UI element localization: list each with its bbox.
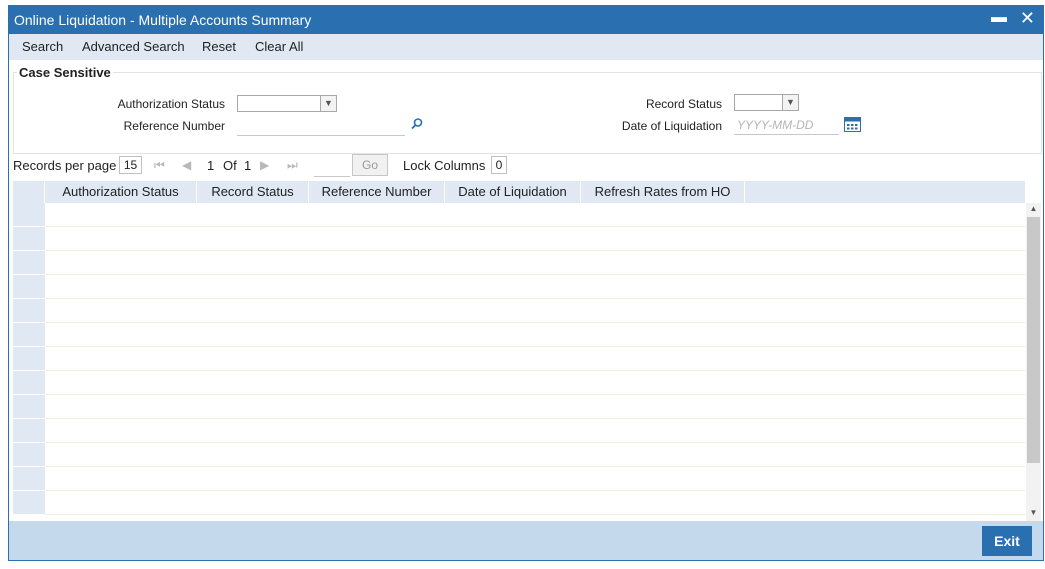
exit-button[interactable]: Exit <box>982 526 1032 556</box>
summary-window: Online Liquidation - Multiple Accounts S… <box>8 5 1044 561</box>
table-row[interactable] <box>13 323 1025 347</box>
total-pages: 1 <box>244 158 252 173</box>
row-select-cell[interactable] <box>13 347 45 371</box>
date-of-liquidation-label: Date of Liquidation <box>621 119 722 133</box>
table-row[interactable] <box>13 347 1025 371</box>
clear-all-button[interactable]: Clear All <box>255 39 303 54</box>
table-row[interactable] <box>13 251 1025 275</box>
reset-button[interactable]: Reset <box>202 39 236 54</box>
search-criteria-panel <box>13 72 1042 154</box>
row-select-cell[interactable] <box>13 299 45 323</box>
record-status-select[interactable]: ▼ <box>734 94 799 111</box>
scroll-up-icon[interactable]: ▲ <box>1026 204 1041 216</box>
row-select-cell[interactable] <box>13 227 45 251</box>
go-button[interactable]: Go <box>352 154 388 176</box>
previous-page-icon[interactable]: ◀ <box>182 158 191 172</box>
table-row[interactable] <box>13 203 1025 227</box>
record-status-label: Record Status <box>645 97 722 111</box>
reference-number-label: Reference Number <box>123 119 225 133</box>
row-select-cell[interactable] <box>13 491 45 515</box>
footer-bar: Exit <box>9 521 1043 560</box>
table-row[interactable] <box>13 371 1025 395</box>
column-date-of-liquidation[interactable]: Date of Liquidation <box>445 181 581 203</box>
search-button[interactable]: Search <box>22 39 63 54</box>
last-page-icon[interactable]: ⏭ <box>287 158 298 173</box>
table-row[interactable] <box>13 275 1025 299</box>
magnifier-icon[interactable] <box>410 117 424 131</box>
records-per-page-input[interactable]: 15 <box>119 156 142 174</box>
row-select-cell[interactable] <box>13 371 45 395</box>
column-record-status[interactable]: Record Status <box>197 181 309 203</box>
next-page-icon[interactable]: ▶ <box>260 158 269 172</box>
chevron-down-icon: ▼ <box>320 96 336 111</box>
select-all-cell[interactable] <box>13 181 45 203</box>
authorization-status-select[interactable]: ▼ <box>237 95 337 112</box>
column-refresh-rates[interactable]: Refresh Rates from HO <box>581 181 745 203</box>
row-select-cell[interactable] <box>13 203 45 227</box>
scrollbar-thumb[interactable] <box>1027 217 1040 463</box>
title-bar: Online Liquidation - Multiple Accounts S… <box>9 6 1043 34</box>
reference-number-input[interactable] <box>237 117 405 136</box>
row-select-cell[interactable] <box>13 419 45 443</box>
current-page: 1 <box>207 158 215 173</box>
of-label: Of <box>223 158 237 173</box>
row-select-cell[interactable] <box>13 251 45 275</box>
advanced-search-button[interactable]: Advanced Search <box>82 39 185 54</box>
results-grid: Authorization Status Record Status Refer… <box>13 181 1025 521</box>
records-per-page-label: Records per page <box>13 158 117 173</box>
vertical-scrollbar[interactable]: ▲ ▼ <box>1026 203 1041 521</box>
minimize-icon[interactable]: ▬ <box>991 9 1007 27</box>
authorization-status-label: Authorization Status <box>117 97 225 111</box>
menu-bar: Search Advanced Search Reset Clear All <box>9 34 1043 60</box>
scroll-down-icon[interactable]: ▼ <box>1026 508 1041 520</box>
table-row[interactable] <box>13 227 1025 251</box>
window-title: Online Liquidation - Multiple Accounts S… <box>14 12 312 28</box>
lock-columns-input[interactable]: 0 <box>491 156 507 174</box>
row-select-cell[interactable] <box>13 443 45 467</box>
row-select-cell[interactable] <box>13 323 45 347</box>
table-row[interactable] <box>13 443 1025 467</box>
table-row[interactable] <box>13 467 1025 491</box>
go-to-page-input[interactable] <box>314 156 350 177</box>
table-row[interactable] <box>13 299 1025 323</box>
lock-columns-label: Lock Columns <box>403 158 486 173</box>
row-select-cell[interactable] <box>13 467 45 491</box>
table-row[interactable] <box>13 419 1025 443</box>
table-row[interactable] <box>13 491 1025 515</box>
chevron-down-icon: ▼ <box>782 95 798 110</box>
calendar-icon[interactable] <box>844 116 861 132</box>
grid-header: Authorization Status Record Status Refer… <box>13 181 1025 203</box>
case-sensitive-label: Case Sensitive <box>17 65 113 80</box>
column-authorization-status[interactable]: Authorization Status <box>45 181 197 203</box>
close-icon[interactable]: ✕ <box>1020 8 1035 29</box>
date-of-liquidation-input[interactable]: YYYY-MM-DD <box>734 116 839 135</box>
row-select-cell[interactable] <box>13 275 45 299</box>
table-row[interactable] <box>13 395 1025 419</box>
column-reference-number[interactable]: Reference Number <box>309 181 445 203</box>
first-page-icon[interactable]: ⏮ <box>154 158 165 173</box>
row-select-cell[interactable] <box>13 395 45 419</box>
